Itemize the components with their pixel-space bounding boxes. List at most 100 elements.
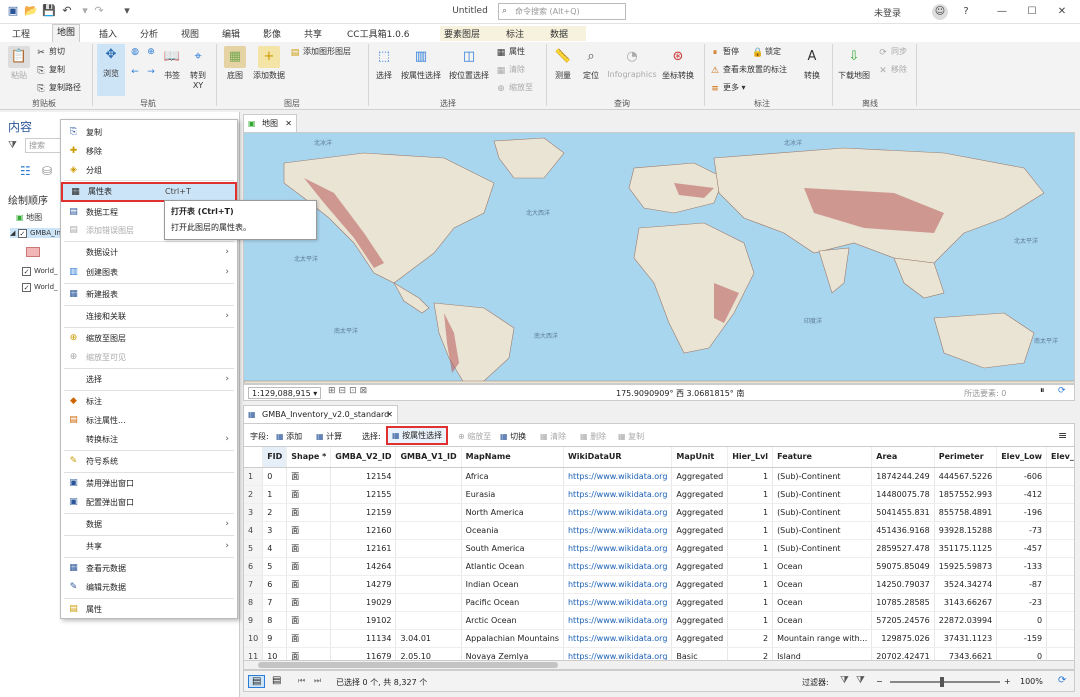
- maximize-icon[interactable]: ☐: [1024, 4, 1040, 20]
- column-header[interactable]: WikiDataUR: [563, 447, 673, 468]
- layer-checkbox[interactable]: ✓: [22, 283, 31, 292]
- explore-button[interactable]: ✥ 浏览: [97, 44, 125, 96]
- table-cell[interactable]: 5: [262, 557, 288, 576]
- menu-configure-popups[interactable]: ▣ 配置弹出窗口: [61, 493, 237, 512]
- menu-create-chart[interactable]: ▥ 创建图表 ›: [61, 263, 237, 282]
- table-cell[interactable]: -133: [996, 557, 1048, 576]
- open-icon[interactable]: 📂: [24, 4, 38, 18]
- minimize-icon[interactable]: —: [994, 4, 1010, 20]
- table-cell[interactable]: 19029: [330, 593, 397, 612]
- table-cell[interactable]: 14264: [330, 557, 397, 576]
- table-cell[interactable]: [1046, 503, 1074, 522]
- table-cell[interactable]: 9: [244, 611, 264, 630]
- remove-offline-button[interactable]: ✕ 移除: [878, 64, 907, 76]
- table-cell[interactable]: 1: [727, 575, 774, 594]
- table-cell[interactable]: 0: [996, 611, 1048, 630]
- table-row[interactable]: 10 9 面 11134 3.04.01 Appalachian Mountains htt…: [244, 629, 1074, 648]
- table-cell[interactable]: Aggregated: [671, 503, 729, 522]
- zoom-to-selection-button[interactable]: ⊕ 缩放至: [496, 82, 533, 94]
- add-field-button[interactable]: ▦ 添加: [276, 431, 302, 442]
- column-header[interactable]: Feature: [772, 447, 873, 468]
- next-extent-button[interactable]: →: [146, 66, 159, 77]
- bookmarks-button[interactable]: 📖 书签: [160, 46, 184, 81]
- menu-disable-popups[interactable]: ▣ 禁用弹出窗口: [61, 474, 237, 493]
- table-row[interactable]: 11 10 面 11679 2.05.10 Novaya Zemlya https://ww…: [244, 647, 1074, 660]
- table-cell[interactable]: 面: [286, 611, 332, 630]
- table-cell[interactable]: 12160: [330, 521, 397, 540]
- table-cell[interactable]: 12154: [330, 467, 397, 486]
- close-icon[interactable]: ✕: [386, 406, 393, 423]
- select-by-attributes-button[interactable]: ▦ 按属性选择: [386, 426, 449, 445]
- table-cell[interactable]: https://www.wikidata.org: [563, 539, 673, 558]
- copy-button[interactable]: ⎘ 复制: [36, 64, 65, 76]
- customize-qat-icon[interactable]: ▾: [120, 4, 134, 18]
- table-cell[interactable]: 面: [286, 575, 332, 594]
- close-icon[interactable]: ✕: [1054, 4, 1070, 20]
- menu-zoom-to-visible[interactable]: ⊕ 缩放至可见: [61, 348, 237, 367]
- table-cell[interactable]: 面: [286, 467, 332, 486]
- show-all-records-icon[interactable]: ▤: [248, 675, 266, 688]
- clear-selection-button[interactable]: ▦ 清除: [540, 431, 566, 442]
- table-cell[interactable]: 1: [727, 557, 774, 576]
- menu-attribute-table[interactable]: ▦ 属性表 Ctrl+T: [61, 182, 237, 202]
- table-cell[interactable]: Aggregated: [671, 629, 729, 648]
- column-header[interactable]: FID: [262, 447, 288, 468]
- table-cell[interactable]: https://www.wikidata.org: [563, 593, 673, 612]
- zoom-out-icon[interactable]: −: [876, 677, 883, 686]
- table-cell[interactable]: 12155: [330, 485, 397, 504]
- table-cell[interactable]: [1046, 539, 1074, 558]
- select-by-location-button[interactable]: ◫ 按位置选择: [446, 46, 492, 81]
- table-cell[interactable]: 8: [244, 593, 264, 612]
- calculate-field-button[interactable]: ▦ 计算: [316, 431, 342, 442]
- filter-extent-icon[interactable]: ⧩: [840, 675, 849, 686]
- table-cell[interactable]: 9: [262, 629, 288, 648]
- list-by-drawing-order-icon[interactable]: ☷: [20, 164, 31, 178]
- tab-share[interactable]: 共享: [300, 26, 326, 41]
- table-cell[interactable]: https://www.wikidata.org: [563, 611, 673, 630]
- table-cell[interactable]: 2: [727, 629, 774, 648]
- table-cell[interactable]: https://www.wikidata.org: [563, 629, 673, 648]
- table-cell[interactable]: 59075.85049: [871, 557, 935, 576]
- attribute-table-tab[interactable]: ▦ GMBA_Inventory_v2.0_standard ✕: [243, 405, 398, 423]
- filter-icon[interactable]: ⧩: [8, 140, 17, 151]
- table-cell[interactable]: 1: [727, 485, 774, 504]
- table-cell[interactable]: 1874244.249: [871, 467, 935, 486]
- full-extent-button[interactable]: ◍: [130, 46, 143, 57]
- table-cell[interactable]: 3.04.01: [395, 629, 462, 648]
- table-cell[interactable]: 10: [262, 647, 288, 660]
- measure-button[interactable]: 📏 测量: [550, 46, 576, 81]
- pause-drawing-icon[interactable]: ⏸: [1040, 386, 1045, 396]
- table-cell[interactable]: 3: [262, 521, 288, 540]
- column-header[interactable]: Elev_Low: [996, 447, 1048, 468]
- table-row[interactable]: 4 3 面 12160 Oceania https://www.wikidata.org A…: [244, 521, 1074, 540]
- table-cell[interactable]: https://www.wikidata.org: [563, 467, 673, 486]
- table-cell[interactable]: 57205.24576: [871, 611, 935, 630]
- table-cell[interactable]: 面: [286, 629, 332, 648]
- table-cell[interactable]: -73: [996, 521, 1048, 540]
- table-cell[interactable]: Ocean: [772, 593, 873, 612]
- avatar[interactable]: ☺: [932, 4, 948, 20]
- column-header[interactable]: Area: [871, 447, 935, 468]
- map-view-tab[interactable]: ▣ 地图 ✕: [243, 114, 297, 132]
- table-cell[interactable]: -87: [996, 575, 1048, 594]
- previous-extent-button[interactable]: ←: [130, 66, 143, 77]
- table-cell[interactable]: 351175.1125: [934, 539, 998, 558]
- table-cell[interactable]: 3143.66267: [934, 593, 998, 612]
- table-cell[interactable]: [395, 485, 462, 504]
- tab-data[interactable]: 数据: [546, 26, 586, 41]
- menu-selection[interactable]: 选择 ›: [61, 370, 237, 389]
- table-row[interactable]: 3 2 面 12159 North America https://www.wikidat…: [244, 503, 1074, 522]
- help-icon[interactable]: ?: [958, 4, 974, 20]
- copy-button[interactable]: ▦ 复制: [618, 431, 644, 442]
- tab-insert[interactable]: 插入: [95, 26, 121, 41]
- table-cell[interactable]: 22872.03994: [934, 611, 998, 630]
- switch-selection-button[interactable]: ▦ 切换: [500, 431, 526, 442]
- command-search-input[interactable]: ⌕ 命令搜索 (Alt+Q): [498, 3, 626, 20]
- map-node[interactable]: ▣ 地图: [16, 212, 42, 223]
- table-cell[interactable]: [395, 593, 462, 612]
- column-header[interactable]: MapName: [461, 447, 564, 468]
- view-unplaced-button[interactable]: ⚠ 查看未放置的标注: [710, 64, 787, 76]
- table-row[interactable]: 8 7 面 19029 Pacific Ocean https://www.wikidat…: [244, 593, 1074, 612]
- table-cell[interactable]: https://www.wikidata.org: [563, 485, 673, 504]
- fixed-zoom-button[interactable]: ⊕: [146, 46, 159, 57]
